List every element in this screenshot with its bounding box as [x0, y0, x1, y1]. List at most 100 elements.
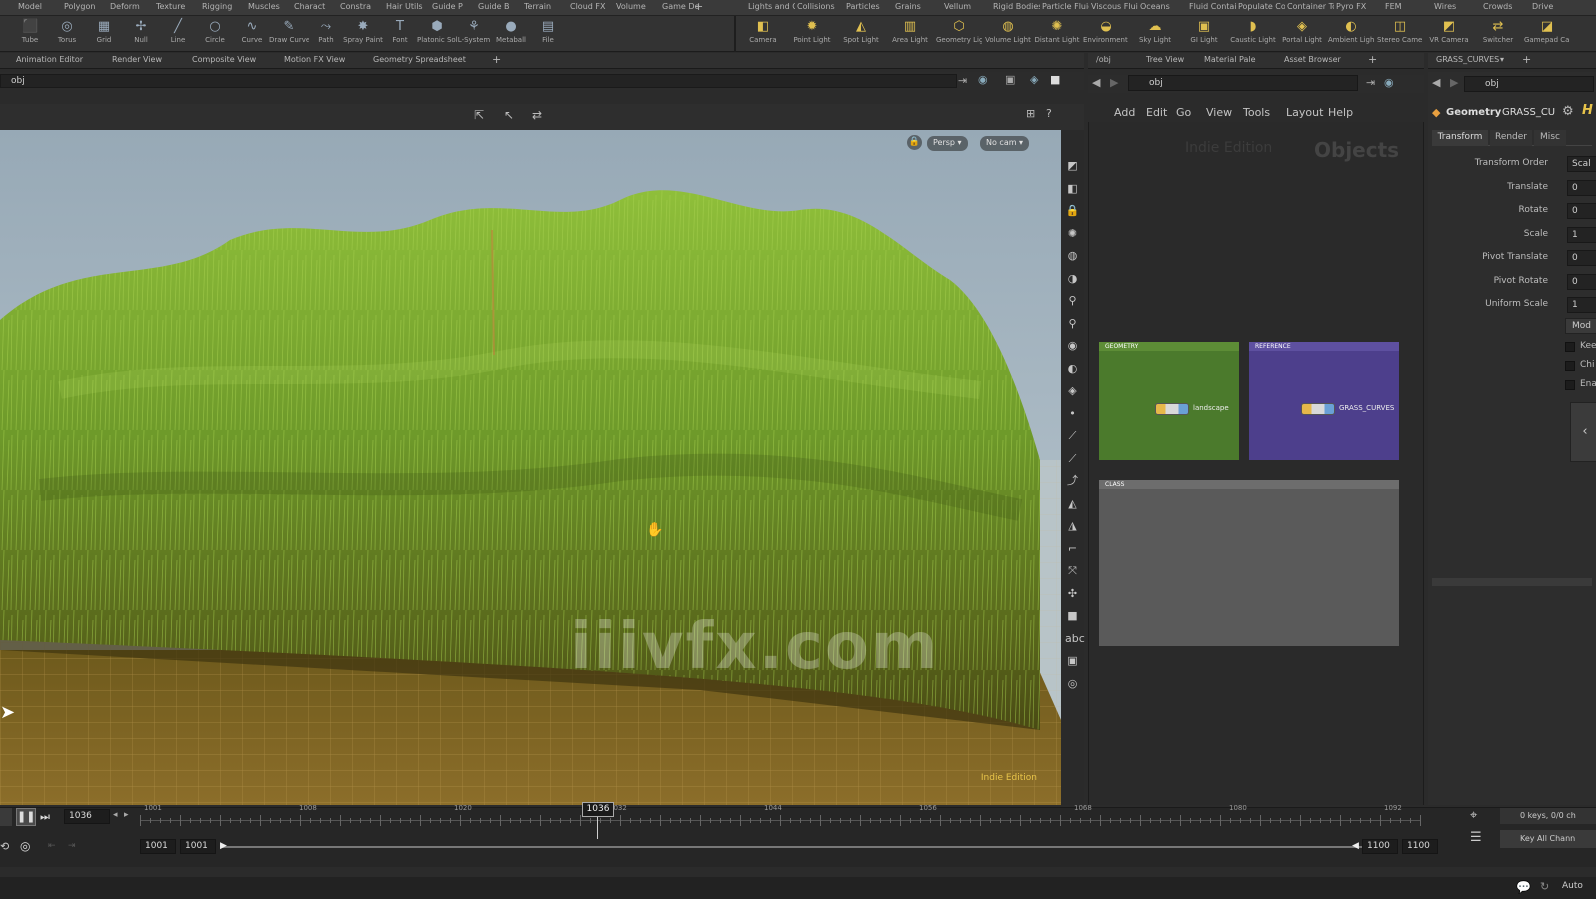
shelf-tab[interactable]: Rigging: [202, 2, 246, 15]
step-forward-icon[interactable]: ▸: [124, 810, 129, 820]
shelf-tool[interactable]: ▥ Area Light: [887, 16, 933, 52]
parameter-scrollbar[interactable]: [1432, 578, 1592, 586]
lock-view-icon[interactable]: 🔒: [907, 135, 922, 150]
shelf-tool[interactable]: ╱ Line: [158, 16, 198, 52]
keyframe-icon[interactable]: ⌖: [1470, 808, 1477, 823]
range-start-handle[interactable]: ▶: [220, 841, 227, 851]
shelf-tool[interactable]: ⬢ Platonic Solids: [417, 16, 457, 52]
pane-tab[interactable]: Animation Editor: [16, 55, 83, 64]
shelf-tab[interactable]: Particles: [846, 2, 893, 15]
param-field[interactable]: 0: [1567, 203, 1596, 219]
param-field[interactable]: 0: [1567, 179, 1596, 196]
shelf-tool[interactable]: ◈ Portal Light: [1279, 16, 1325, 52]
viewport-path-field[interactable]: obj: [0, 74, 957, 88]
shelf-tool[interactable]: ⚘ L-System: [454, 16, 494, 52]
subtab-transform[interactable]: Transform: [1432, 130, 1488, 146]
shelf-tool[interactable]: ▤ File: [528, 16, 568, 52]
range-slider[interactable]: [222, 846, 1362, 848]
chat-icon[interactable]: 💬: [1516, 880, 1531, 894]
viewport-tool-icon[interactable]: ⚲: [1065, 293, 1080, 308]
persp-menu[interactable]: Persp ▾: [927, 136, 968, 151]
toggle-icon[interactable]: ⇄: [532, 108, 542, 122]
shelf-tool[interactable]: ▦ Grid: [84, 16, 124, 52]
network-menu-item[interactable]: Edit: [1146, 106, 1167, 119]
maximize-icon[interactable]: ■: [1050, 73, 1060, 86]
shelf-tab[interactable]: Constra: [340, 2, 384, 15]
pick-icon[interactable]: ↖: [504, 108, 514, 122]
network-tab[interactable]: Material Pale: [1204, 55, 1256, 64]
link-icon[interactable]: ◉: [978, 73, 988, 86]
viewport-tool-icon[interactable]: ◧: [1065, 181, 1080, 196]
shelf-tab[interactable]: Cloud FX: [570, 2, 614, 15]
pane-tab[interactable]: Render View: [112, 55, 162, 64]
param-field[interactable]: 1: [1567, 226, 1596, 243]
shelf-tool[interactable]: ◧ Camera: [740, 16, 786, 52]
shelf-tool[interactable]: ◪ Gamepad Camera: [1524, 16, 1570, 52]
shelf-tab[interactable]: Muscles: [248, 2, 292, 15]
shelf-tool[interactable]: ◐ Ambient Light: [1328, 16, 1374, 52]
display-options-icon[interactable]: ◈: [1030, 73, 1038, 86]
snapshot-icon[interactable]: ▣: [1005, 73, 1015, 86]
pin-icon[interactable]: ⇥: [1366, 76, 1375, 89]
network-menu-item[interactable]: View: [1206, 106, 1232, 119]
range-end-playback-field[interactable]: 1100: [1362, 839, 1398, 854]
shelf-tool[interactable]: ● Metaball: [491, 16, 531, 52]
parameter-tab[interactable]: GRASS_CURVES: [1436, 55, 1499, 64]
viewport-tool-icon[interactable]: abc: [1065, 631, 1085, 646]
shelf-tab[interactable]: FEM: [1385, 2, 1432, 15]
range-prev-icon[interactable]: ⇤: [48, 841, 56, 851]
viewport-tool-icon[interactable]: ■: [1065, 608, 1080, 623]
shelf-tool[interactable]: ✹ Point Light: [789, 16, 835, 52]
shelf-tab[interactable]: Hair Utils: [386, 2, 430, 15]
viewport-tool-icon[interactable]: ◎: [1065, 676, 1080, 691]
gear-icon[interactable]: ⚙: [1562, 104, 1574, 119]
viewport-tool-icon[interactable]: ◐: [1065, 361, 1080, 376]
shelf-tab[interactable]: Guide P: [432, 2, 476, 15]
pane-tab[interactable]: Geometry Spreadsheet: [373, 55, 466, 64]
subtab-render[interactable]: Render: [1490, 130, 1532, 146]
network-editor[interactable]: Indie Edition Objects GEOMETRY landscape…: [1088, 122, 1424, 805]
viewport-tool-icon[interactable]: ⚲: [1065, 316, 1080, 331]
network-box-geometry[interactable]: GEOMETRY landscape: [1099, 342, 1239, 460]
network-menu-item[interactable]: Go: [1176, 106, 1191, 119]
pane-tab[interactable]: Motion FX View: [284, 55, 345, 64]
parameter-path-field[interactable]: obj: [1464, 76, 1594, 92]
shelf-tab[interactable]: Texture: [156, 2, 200, 15]
node-name-field[interactable]: GRASS_CU: [1502, 107, 1555, 118]
shelf-tab[interactable]: Crowds: [1483, 2, 1530, 15]
viewport-tool-icon[interactable]: ◭: [1065, 496, 1080, 511]
realtime-icon[interactable]: ◎: [20, 839, 30, 853]
shelf-tool[interactable]: ▣ GI Light: [1181, 16, 1227, 52]
viewport-tool-icon[interactable]: ⟋: [1065, 451, 1080, 466]
range-next-icon[interactable]: ⇥: [68, 841, 76, 851]
pane-tab[interactable]: Composite View: [192, 55, 256, 64]
select-icon[interactable]: ⇱: [474, 108, 484, 122]
shelf-tab[interactable]: Container Tools: [1287, 2, 1334, 15]
param-field[interactable]: 0: [1567, 250, 1596, 266]
shelf-tool[interactable]: ○ Circle: [195, 16, 235, 52]
shelf-tool[interactable]: ◒ Environment Light: [1083, 16, 1129, 52]
shelf-tab[interactable]: Volume: [616, 2, 660, 15]
shelf-tool[interactable]: ◫ Stereo Camera: [1377, 16, 1423, 52]
shelf-tool[interactable]: ✺ Distant Light: [1034, 16, 1080, 52]
shelf-tab[interactable]: Wires: [1434, 2, 1481, 15]
shelf-tool[interactable]: ✸ Spray Paint: [343, 16, 383, 52]
viewport-tool-icon[interactable]: ⟋: [1065, 428, 1080, 443]
add-network-tab-icon[interactable]: +: [1368, 53, 1377, 66]
shelf-tab[interactable]: Lights and C: [748, 2, 795, 15]
channel-list-icon[interactable]: ☰: [1470, 830, 1482, 845]
viewport-tool-icon[interactable]: ◩: [1065, 158, 1080, 173]
network-box-reference[interactable]: REFERENCE GRASS_CURVES: [1249, 342, 1399, 460]
add-shelf-icon[interactable]: +: [694, 0, 703, 13]
shelf-tool[interactable]: ✎ Draw Curve: [269, 16, 309, 52]
pause-button[interactable]: ❚❚: [16, 808, 36, 826]
shelf-tool[interactable]: ◍ Volume Light: [985, 16, 1031, 52]
viewport-tool-icon[interactable]: ⤧: [1065, 563, 1080, 578]
help-icon[interactable]: ?: [1046, 107, 1052, 120]
shelf-tab[interactable]: Drive: [1532, 2, 1579, 15]
viewport-tool-icon[interactable]: ◍: [1065, 248, 1080, 263]
network-menu-item[interactable]: Layout: [1286, 106, 1323, 119]
back-icon[interactable]: ◀: [1092, 76, 1100, 89]
camera-menu[interactable]: No cam ▾: [980, 136, 1030, 151]
network-tab[interactable]: Asset Browser: [1284, 55, 1341, 64]
